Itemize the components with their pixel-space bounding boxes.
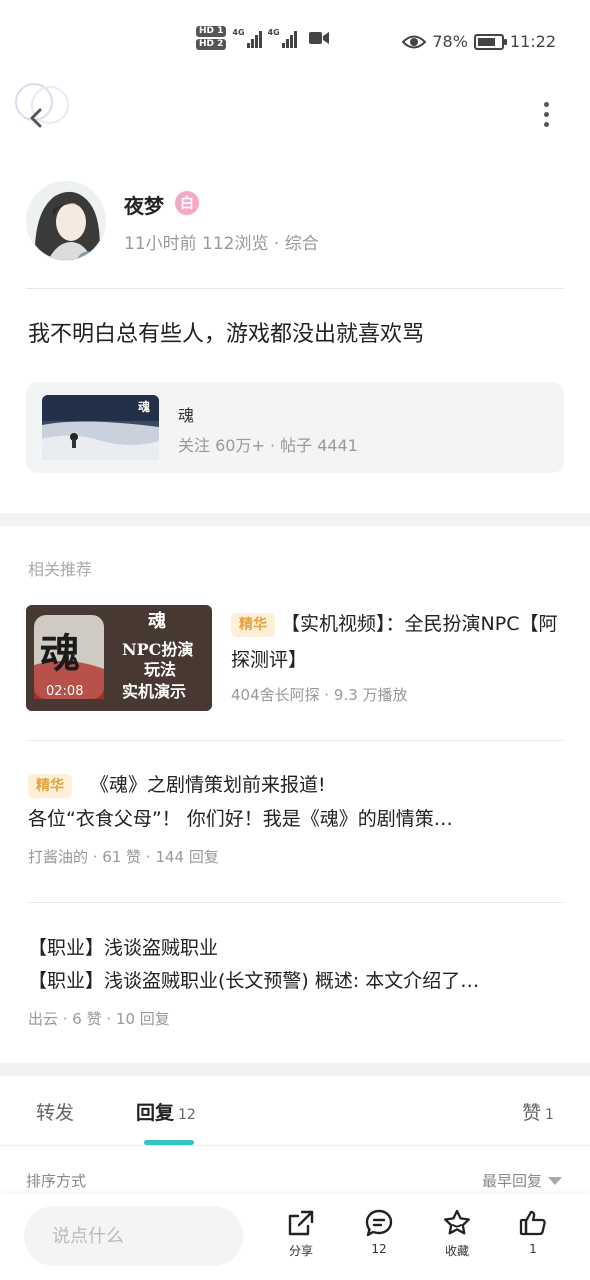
comment-icon: [365, 1209, 393, 1237]
tab-reply-count: 12: [178, 1107, 196, 1123]
author-name[interactable]: 夜梦: [124, 190, 164, 219]
related-item-title: 精华 【实机视频】：全民扮演NPC【阿探测评】: [231, 606, 561, 678]
level-badge: 白: [175, 191, 199, 215]
featured-tag: 精华: [28, 773, 72, 798]
battery-percent: 78%: [432, 32, 468, 51]
hd-badge-1: HD 1: [196, 26, 227, 37]
divider: [26, 288, 564, 289]
comments-button[interactable]: 12: [349, 1208, 409, 1256]
related-item-title-text: 【实机视频】：全民扮演NPC【阿探测评】: [231, 613, 558, 671]
signal-icon-2: 4G: [268, 28, 297, 48]
community-logo: 魂: [138, 399, 150, 414]
divider: [26, 740, 564, 741]
divider: [0, 1145, 590, 1146]
divider: [26, 902, 564, 903]
caret-down-icon: [548, 1176, 562, 1185]
video-duration: 02:08: [46, 684, 84, 699]
thumb-big-char: 魂: [40, 630, 80, 677]
likes-count: 1: [529, 1242, 537, 1256]
thumb-line-2: 玩法: [144, 660, 176, 679]
network-indicators: HD 1 HD 2 4G 4G: [196, 26, 329, 50]
avatar[interactable]: [26, 181, 106, 261]
community-name: 魂: [178, 406, 195, 425]
thumb-line-1: NPC扮演: [122, 640, 193, 659]
section-gap: [0, 1063, 590, 1076]
tab-like[interactable]: 赞1: [522, 1098, 554, 1125]
sort-value: 最早回复: [481, 1172, 542, 1190]
community-stats: 关注 60万+ · 帖子 4441: [178, 436, 358, 455]
hd-badge-2: HD 2: [196, 39, 227, 50]
thumb-small-char: 魂: [148, 610, 166, 632]
related-item-body: 【职业】浅谈盗贼职业(长文预警) 概述: 本文介绍了…: [28, 970, 480, 992]
tab-like-count: 1: [545, 1107, 554, 1123]
related-item-title-text: 《魂》之剧情策划前来报道!: [90, 774, 326, 796]
community-thumbnail: 魂: [42, 395, 159, 460]
more-options-button[interactable]: [536, 102, 556, 132]
share-icon: [288, 1210, 314, 1236]
favorite-button[interactable]: 收藏: [427, 1208, 487, 1259]
comments-count: 12: [371, 1242, 387, 1256]
video-thumbnail[interactable]: 魂 魂 NPC扮演 玩法 实机演示 02:08: [26, 605, 212, 711]
section-gap: [0, 513, 590, 526]
related-item-title: 精华 《魂》之剧情策划前来报道!: [28, 770, 326, 798]
sort-dropdown[interactable]: 最早回复: [482, 1170, 562, 1191]
status-right: 78% 11:22: [402, 32, 556, 51]
eye-icon: [402, 35, 427, 48]
post-content: 我不明白总有些人，游戏都没出就喜欢骂: [28, 322, 425, 347]
back-button[interactable]: [14, 80, 74, 130]
sort-label: 排序方式: [26, 1172, 87, 1190]
more-dot-icon: [543, 102, 549, 107]
thumb-line-3: 实机演示: [122, 682, 186, 701]
related-item-meta: 出云 · 6 赞 · 10 回复: [28, 1010, 170, 1028]
related-item-meta: 404舍长阿探 · 9.3 万播放: [231, 686, 408, 704]
signal-icon-1: 4G: [232, 28, 262, 48]
share-label: 分享: [288, 1244, 313, 1258]
like-button[interactable]: 1: [503, 1208, 563, 1256]
related-item-title: 【职业】浅谈盗贼职业: [28, 937, 219, 959]
related-item-body: 各位“衣食父母”！ 你们好！我是《魂》的剧情策…: [28, 808, 453, 830]
battery-icon: [473, 33, 507, 50]
tab-repost[interactable]: 转发: [36, 1098, 74, 1125]
status-bar: HD 1 HD 2 4G 4G 78% 11:22: [0, 0, 590, 80]
favorite-label: 收藏: [444, 1244, 469, 1258]
related-item-meta: 打酱油的 · 61 赞 · 144 回复: [28, 848, 219, 866]
related-title: 相关推荐: [28, 560, 93, 579]
community-card[interactable]: 魂 魂 关注 60万+ · 帖子 4441: [26, 382, 564, 473]
video-camera-icon: [308, 32, 329, 44]
bottom-action-bar: 分享 12 收藏 1: [0, 1194, 590, 1280]
tab-reply[interactable]: 回复 12: [136, 1098, 196, 1125]
clock: 11:22: [509, 32, 556, 51]
star-icon: [444, 1209, 470, 1235]
thumbs-up-icon: [519, 1210, 546, 1236]
network-type-2: 4G: [267, 28, 280, 37]
network-type-1: 4G: [232, 28, 245, 37]
tab-reply-label: 回复: [136, 1102, 175, 1124]
featured-tag: 精华: [231, 612, 275, 637]
share-button[interactable]: 分享: [271, 1208, 331, 1259]
tab-like-label: 赞: [522, 1102, 542, 1124]
comment-input[interactable]: [24, 1206, 243, 1266]
post-meta: 11小时前 112浏览 · 综合: [124, 234, 319, 254]
